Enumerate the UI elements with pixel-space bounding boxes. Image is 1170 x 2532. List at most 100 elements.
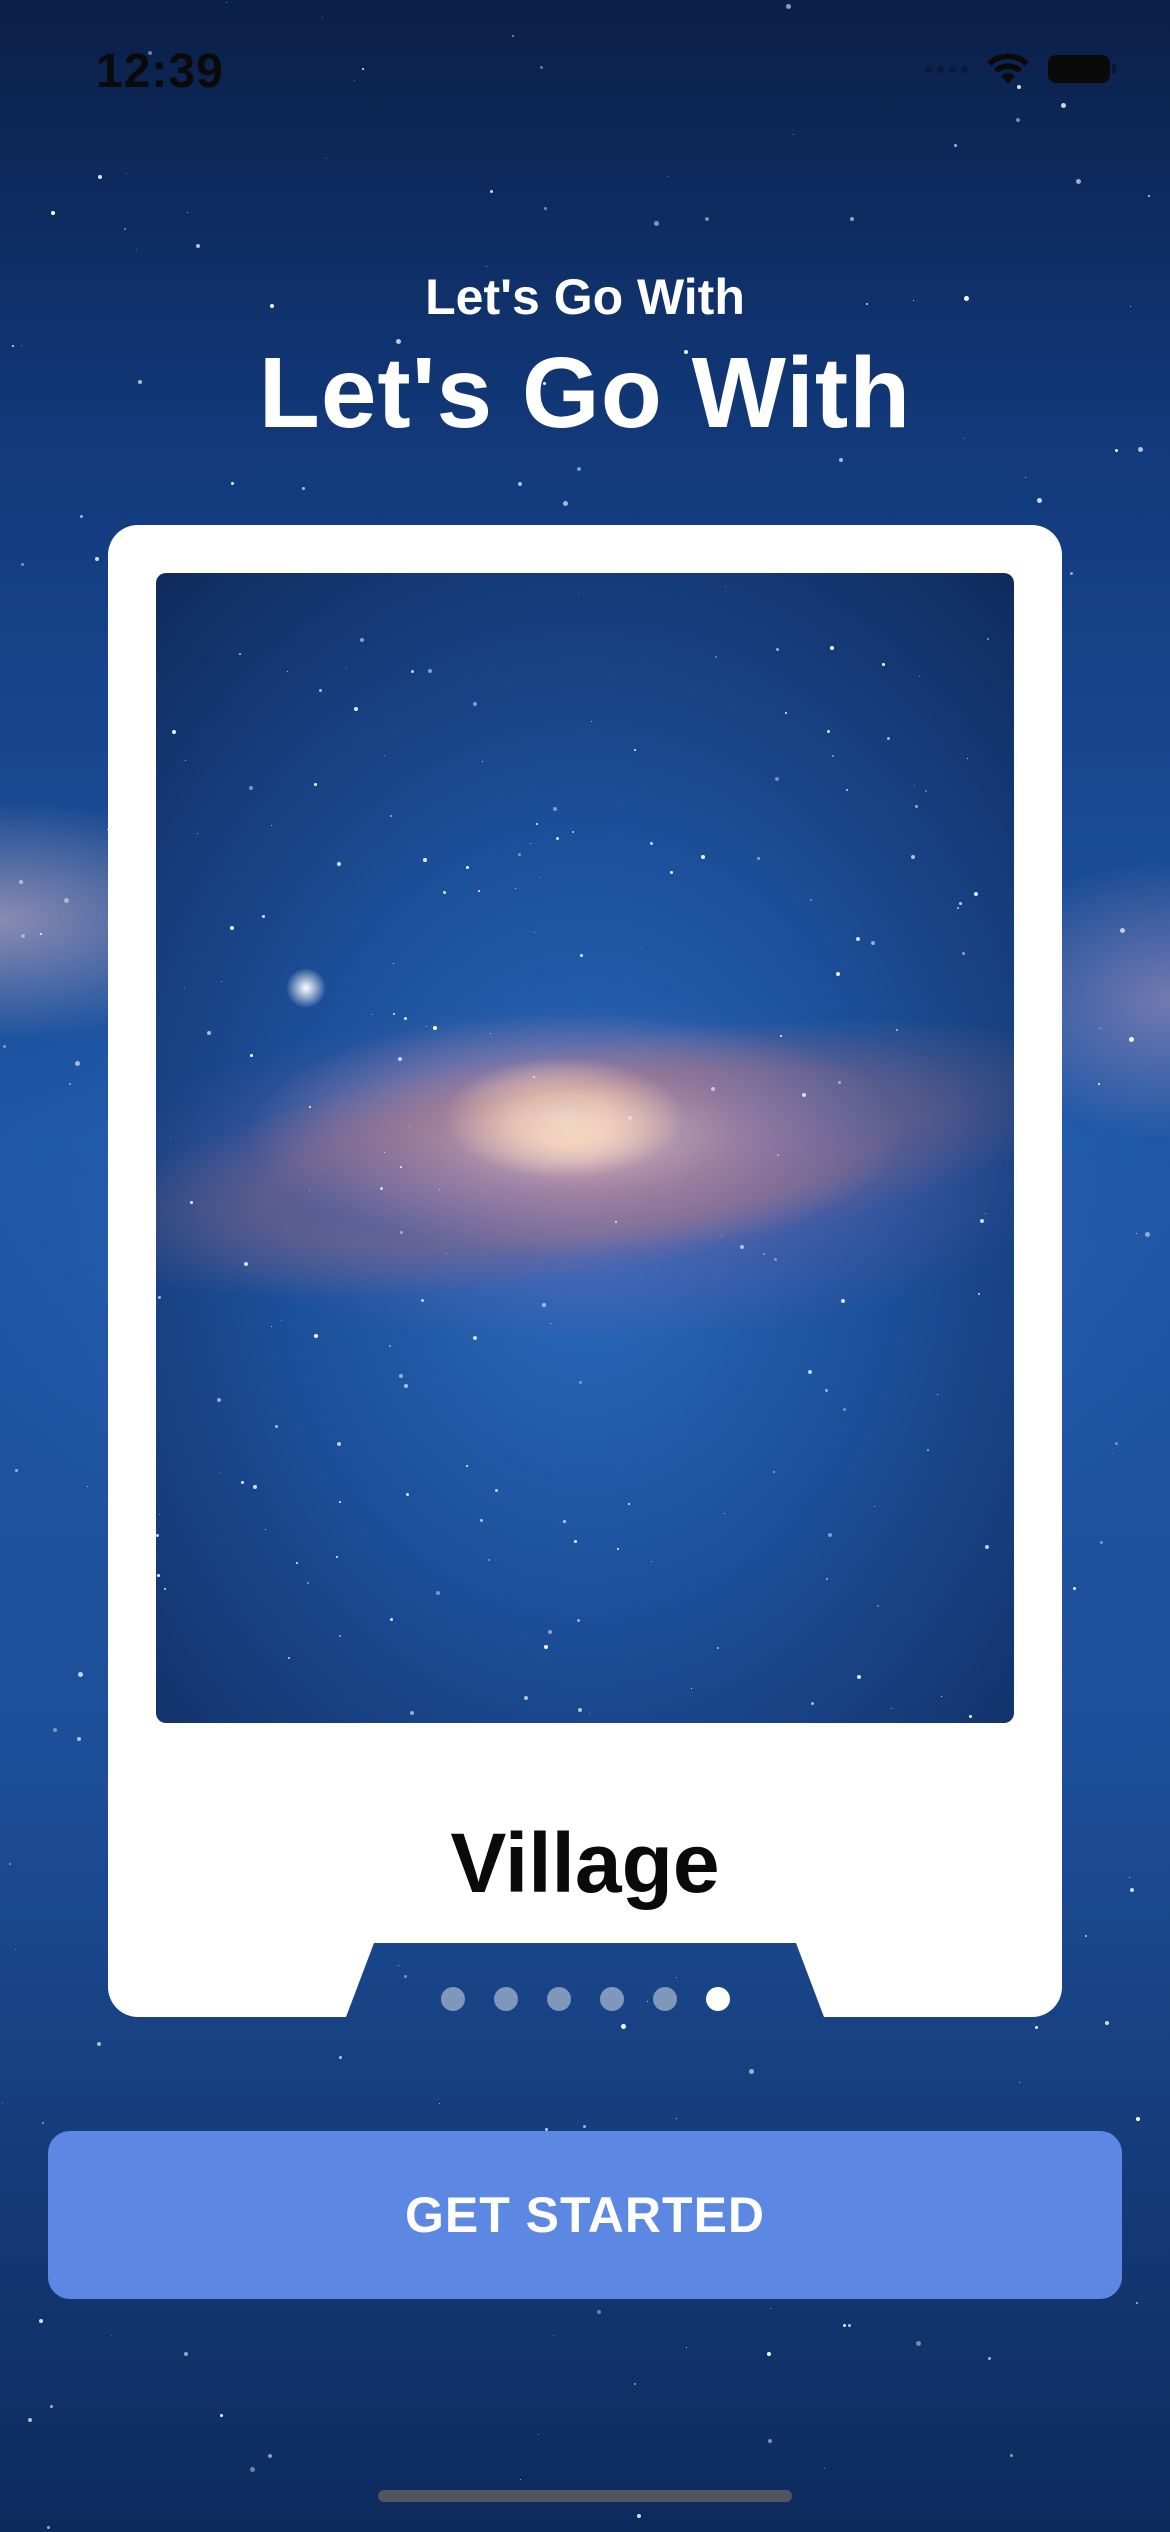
star — [21, 934, 25, 938]
card-title: Village — [450, 1816, 720, 1910]
star — [763, 1253, 765, 1255]
star — [428, 669, 432, 673]
star — [836, 972, 840, 976]
star — [406, 1493, 409, 1496]
star — [250, 2467, 255, 2472]
star — [927, 1449, 929, 1451]
star — [75, 1061, 80, 1066]
onboarding-screen: 12:39 Let's Go With Let's Go With Villag… — [0, 0, 1170, 2532]
star — [1010, 2454, 1013, 2457]
star — [360, 638, 364, 642]
star — [1112, 1453, 1113, 1454]
star — [307, 1582, 309, 1584]
star — [811, 1702, 814, 1705]
star — [810, 899, 812, 901]
get-started-button[interactable]: GET STARTED — [48, 2131, 1122, 2299]
star — [221, 981, 222, 982]
onboarding-card[interactable]: Village — [108, 525, 1062, 2017]
star — [621, 2024, 626, 2029]
star — [701, 855, 705, 859]
star — [219, 1472, 220, 1473]
star — [1136, 2302, 1138, 2304]
star — [337, 862, 341, 866]
star — [1129, 1877, 1130, 1878]
star — [577, 1619, 580, 1622]
star — [691, 1688, 692, 1689]
star — [296, 1562, 298, 1564]
star — [390, 815, 392, 817]
star — [682, 1178, 683, 1179]
star — [490, 190, 493, 193]
star — [628, 1116, 632, 1120]
status-icons — [925, 52, 1116, 86]
star — [637, 2514, 641, 2518]
star — [172, 730, 176, 734]
star — [87, 1486, 88, 1487]
star — [874, 1506, 875, 1507]
page-dot[interactable] — [652, 1987, 677, 2011]
star — [322, 17, 323, 18]
star — [314, 1334, 318, 1338]
star — [515, 888, 516, 889]
star — [398, 1057, 402, 1061]
star — [393, 963, 394, 964]
header-subtitle: Let's Go With — [425, 269, 745, 325]
star — [185, 760, 186, 761]
star — [941, 1696, 942, 1697]
star — [39, 2319, 43, 2323]
star — [1129, 1037, 1134, 1042]
star — [1035, 2026, 1038, 2029]
star — [196, 244, 200, 248]
star — [715, 656, 717, 658]
page-dot[interactable] — [599, 1987, 624, 2011]
star — [533, 1076, 535, 1078]
page-dot[interactable] — [705, 1987, 730, 2011]
star — [281, 1320, 282, 1321]
page-dot[interactable] — [546, 1987, 571, 2011]
star — [268, 2454, 272, 2458]
star — [802, 1093, 806, 1097]
star — [42, 2122, 44, 2124]
star — [433, 1026, 437, 1030]
star — [302, 487, 305, 490]
star — [3, 1045, 6, 1048]
page-title: Let's Go With — [258, 337, 912, 449]
star — [1120, 928, 1125, 933]
star — [914, 785, 915, 786]
star — [773, 1471, 775, 1473]
star — [157, 1574, 160, 1577]
star — [962, 952, 965, 955]
star — [490, 1033, 491, 1034]
page-dot[interactable] — [493, 1987, 518, 2011]
page-dot[interactable] — [440, 1987, 465, 2011]
star — [439, 1189, 440, 1190]
star — [856, 937, 860, 941]
page-indicator[interactable] — [108, 1987, 1062, 2011]
home-indicator[interactable] — [378, 2490, 792, 2502]
star — [725, 586, 726, 587]
star — [226, 2, 227, 3]
star — [891, 1708, 892, 1709]
star — [785, 712, 787, 714]
star — [583, 2125, 586, 2128]
star — [988, 2357, 991, 2360]
star — [339, 1635, 341, 1637]
star — [231, 482, 234, 485]
star — [827, 730, 830, 733]
star — [80, 515, 83, 518]
star — [553, 807, 557, 811]
star — [838, 1081, 841, 1084]
star — [1100, 1541, 1103, 1544]
star — [705, 217, 709, 221]
star — [556, 837, 559, 840]
star — [250, 1054, 253, 1057]
star — [518, 482, 522, 486]
star — [896, 1029, 898, 1031]
star — [857, 1675, 861, 1679]
star — [15, 1469, 18, 1472]
star — [253, 1485, 257, 1489]
star — [1130, 1888, 1134, 1892]
star — [1016, 118, 1020, 122]
star — [597, 2310, 601, 2314]
star — [540, 66, 543, 69]
